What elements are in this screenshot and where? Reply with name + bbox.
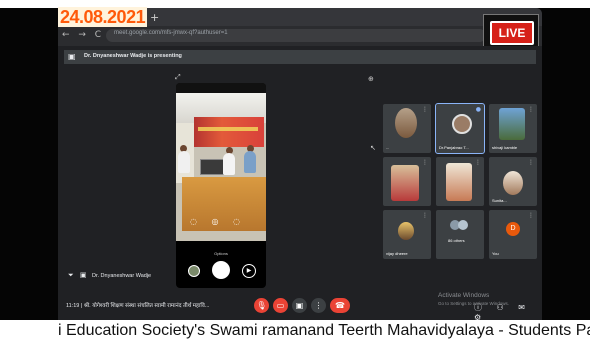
phone-status-bar — [176, 83, 266, 93]
activate-subtitle: Go to Settings to activate Windows. — [438, 301, 510, 306]
video-frame: • • × + ← → C meet.google.com/mfs-jmwx-q… — [0, 0, 590, 341]
mic-off-icon[interactable]: 🎙 — [254, 298, 269, 313]
live-badge: LIVE — [483, 14, 539, 50]
participant-avatar — [458, 220, 468, 230]
participant-tile[interactable]: ⋮ shivaji kamble — [489, 104, 537, 153]
ticker-text: i Education Society's Swami ramanand Tee… — [58, 322, 590, 339]
pin-icon[interactable]: ⋮ — [528, 212, 534, 219]
participant-name: Dr.Panjabrao T... — [439, 145, 469, 150]
camera-shutter-icon[interactable] — [212, 261, 230, 279]
participant-avatar — [452, 114, 472, 134]
pin-icon[interactable]: ⋮ — [528, 106, 534, 113]
url-text: meet.google.com/mfs-jmwx-qf?authuser=1 — [114, 30, 228, 36]
meet-window: ▣ Dr. Dnyaneshwar Wadje is presenting ⤢ … — [58, 46, 542, 322]
presenting-text: Dr. Dnyaneshwar Wadje is presenting — [84, 53, 182, 59]
preview-laptop — [200, 159, 224, 175]
pin-icon[interactable]: ⋮ — [528, 159, 534, 166]
pin-icon[interactable]: ⋮ — [422, 212, 428, 219]
participant-video — [391, 165, 419, 201]
participant-name: shivaji kamble — [492, 145, 518, 150]
participant-video — [446, 163, 472, 201]
presenter-name: Dr. Dnyaneshwar Wadje — [92, 273, 152, 279]
pin-icon[interactable]: ⋮ — [475, 159, 481, 166]
phone-mode-label: Options — [214, 251, 228, 256]
date-overlay: 24.08.2021 — [58, 7, 148, 27]
presenter-mic-icon: ⏷ ▣ — [68, 271, 89, 279]
activate-title: Activate Windows — [438, 292, 490, 299]
preview-person — [223, 153, 235, 175]
participant-name: Sunita... — [492, 198, 507, 203]
expand-icon[interactable]: ⤢ — [175, 73, 181, 82]
others-count: 86 others — [448, 238, 465, 243]
participant-name: ... — [386, 145, 390, 150]
activate-windows-watermark: Activate Windows Go to Settings to activ… — [438, 292, 509, 308]
participant-name: vijay dheere — [386, 251, 408, 256]
meeting-info: 11:19 | श्री. योगेश्वरी शिक्षण संस्था सं… — [66, 303, 210, 309]
pin-icon[interactable]: ⊕ — [368, 75, 374, 83]
participant-tile[interactable]: ⋮ vijay dheere — [383, 210, 431, 259]
participant-tile[interactable]: ● Dr.Panjabrao T... — [435, 103, 485, 154]
present-screen-icon[interactable]: ▣ — [292, 298, 307, 313]
nav-buttons[interactable]: ← → C — [62, 30, 104, 40]
address-bar[interactable]: meet.google.com/mfs-jmwx-qf?authuser=1 — [106, 29, 486, 42]
presented-phone-screen: ◌ ◎ ◌ Options ▶ — [176, 83, 266, 288]
participant-tile[interactable]: ⋮ Sunita... — [489, 157, 537, 206]
end-call-icon[interactable]: ☎ — [330, 298, 350, 313]
more-options-icon[interactable]: ⋮ — [311, 298, 326, 313]
cursor-icon: ↖ — [370, 144, 376, 152]
new-tab-button[interactable]: + — [150, 11, 159, 24]
switch-camera-icon[interactable]: ▶ — [242, 264, 256, 278]
camera-off-icon[interactable]: ▭ — [273, 298, 288, 313]
phone-overlay-icons: ◌ ◎ ◌ — [190, 217, 247, 226]
participant-tile[interactable]: ⋮ — [383, 157, 431, 206]
preview-person — [244, 151, 256, 173]
participant-tile[interactable]: ⋮ — [436, 157, 484, 206]
participant-name: You — [492, 251, 499, 256]
phone-camera-preview: ◌ ◎ ◌ — [176, 93, 266, 241]
participant-video — [503, 171, 523, 195]
participant-tile[interactable]: 86 others — [436, 210, 484, 259]
participant-tile[interactable]: ⋮ ... — [383, 104, 431, 153]
gallery-thumbnail-icon[interactable] — [188, 265, 200, 277]
present-icon: ▣ — [68, 52, 76, 61]
live-label: LIVE — [490, 21, 534, 45]
participant-video — [395, 108, 417, 138]
news-ticker: i Education Society's Swami ramanand Tee… — [0, 320, 590, 341]
presenting-banner: ▣ Dr. Dnyaneshwar Wadje is presenting — [64, 50, 536, 64]
speaking-icon: ● — [475, 106, 481, 113]
preview-banner-text — [198, 127, 258, 131]
browser-toolbar: ← → C meet.google.com/mfs-jmwx-qf?authus… — [58, 26, 542, 46]
preview-banner — [194, 117, 264, 147]
self-avatar: D — [506, 222, 520, 236]
participant-avatar — [398, 222, 414, 240]
preview-person — [178, 151, 190, 173]
participant-tile[interactable]: D ⋮ You — [489, 210, 537, 259]
participant-video — [499, 108, 525, 140]
pin-icon[interactable]: ⋮ — [422, 106, 428, 113]
pin-icon[interactable]: ⋮ — [422, 159, 428, 166]
